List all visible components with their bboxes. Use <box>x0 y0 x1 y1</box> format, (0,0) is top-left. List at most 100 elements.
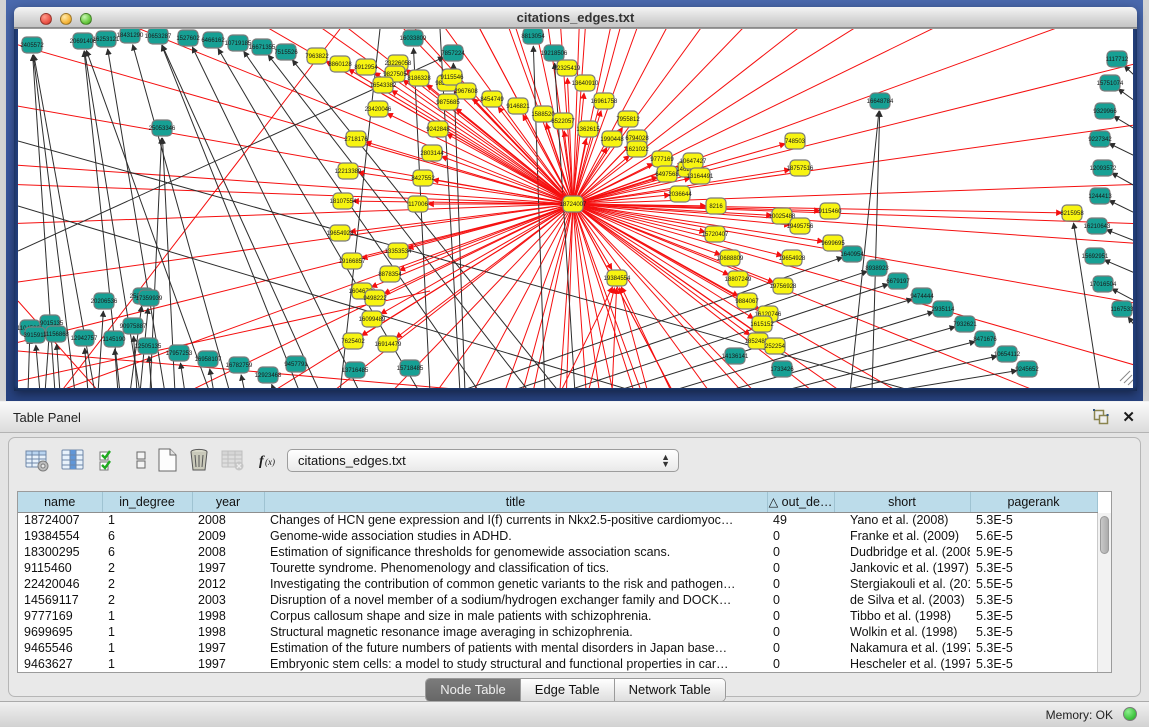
float-window-icon[interactable] <box>1093 409 1109 425</box>
network-node[interactable]: 18431290 <box>117 29 144 43</box>
network-node[interactable]: 16648784 <box>867 93 894 109</box>
network-node[interactable]: 25053346 <box>149 120 176 136</box>
canvas-resize-handle[interactable] <box>1120 371 1133 385</box>
network-node[interactable]: 16099489 <box>359 311 386 327</box>
network-node[interactable]: 16543382 <box>370 77 397 93</box>
network-node[interactable]: 14136141 <box>722 348 749 364</box>
network-node[interactable]: 17957253 <box>166 345 193 361</box>
network-node[interactable]: 9875685 <box>436 94 460 110</box>
network-node[interactable]: 8912954 <box>354 59 378 75</box>
network-node[interactable]: 7932621 <box>953 316 977 332</box>
column-header-out_degree[interactable]: △ out_de… <box>767 492 834 512</box>
network-node[interactable]: 8522057 <box>551 113 575 129</box>
tab-node-table[interactable]: Node Table <box>426 679 521 701</box>
network-node[interactable]: 19654928 <box>779 250 806 266</box>
table-row[interactable]: 1830029562008Estimation of significance … <box>18 544 1097 560</box>
network-node[interactable]: 1640954 <box>840 246 864 262</box>
network-node[interactable]: 15720407 <box>702 226 729 242</box>
network-node[interactable]: 7963822 <box>305 48 329 64</box>
network-node[interactable]: 15718485 <box>397 360 424 376</box>
network-node[interactable]: 18807249 <box>725 271 752 287</box>
network-node[interactable]: 2036644 <box>668 186 692 202</box>
network-node[interactable]: 17016504 <box>1090 276 1117 292</box>
network-node[interactable]: 20206536 <box>91 293 118 309</box>
network-node[interactable]: 8216 <box>706 198 726 214</box>
network-node[interactable]: 1527602 <box>176 30 200 46</box>
function-builder-icon[interactable]: f(x) <box>255 447 283 475</box>
tab-network-table[interactable]: Network Table <box>615 679 725 701</box>
network-node[interactable]: 13353534 <box>385 243 412 259</box>
network-node[interactable]: 9227342 <box>1088 131 1112 147</box>
network-node[interactable]: 1167533 <box>1111 301 1133 317</box>
tab-edge-table[interactable]: Edge Table <box>521 679 615 701</box>
network-node[interactable]: 2935114 <box>932 301 956 317</box>
network-node[interactable]: 9474444 <box>910 288 934 304</box>
network-node[interactable]: 18757516 <box>787 160 814 176</box>
row-height-icon[interactable] <box>127 447 155 475</box>
new-column-icon[interactable] <box>153 447 181 475</box>
network-node[interactable]: 11156868 <box>43 326 69 342</box>
network-node[interactable]: 19218506 <box>541 45 568 61</box>
delete-column-icon[interactable] <box>185 447 213 475</box>
network-node[interactable]: 8471676 <box>973 331 997 347</box>
network-node[interactable]: 10653287 <box>145 29 172 44</box>
network-node[interactable]: 9242848 <box>426 121 450 137</box>
column-header-name[interactable]: name <box>18 492 102 512</box>
network-node[interactable]: 13164491 <box>687 168 714 184</box>
network-node[interactable]: 7857224 <box>441 45 465 61</box>
table-row[interactable]: 946362711997Embryonic stem cells: a mode… <box>18 656 1097 672</box>
memory-ok-indicator[interactable] <box>1123 707 1137 721</box>
network-node[interactable]: 15692951 <box>1082 248 1109 264</box>
window-titlebar[interactable]: citations_edges.txt <box>14 7 1137 28</box>
vertical-scrollbar[interactable] <box>1097 513 1111 672</box>
column-select-checklist-icon[interactable] <box>95 447 123 475</box>
network-node[interactable]: 18107554 <box>330 193 357 209</box>
network-node[interactable]: 9146821 <box>506 98 530 114</box>
network-node[interactable]: 8813054 <box>521 29 545 44</box>
table-selector-dropdown[interactable]: citations_edges.txt ▲▼ <box>287 449 679 472</box>
network-node[interactable]: 117006 <box>408 196 428 212</box>
delete-table-icon[interactable] <box>219 447 247 475</box>
table-row[interactable]: 911546021997Tourette syndrome. Phenomeno… <box>18 560 1097 576</box>
column-header-title[interactable]: title <box>264 492 767 512</box>
network-node[interactable]: 10688809 <box>717 250 744 266</box>
network-node[interactable]: 2405572 <box>20 37 44 53</box>
network-node[interactable]: 6679197 <box>886 273 910 289</box>
network-node[interactable]: 17359939 <box>136 290 163 306</box>
network-node[interactable]: 16033809 <box>400 30 427 46</box>
network-node[interactable]: 748503 <box>785 133 806 149</box>
network-node[interactable]: 19495756 <box>787 218 814 234</box>
network-node[interactable]: 6466162 <box>201 32 225 48</box>
network-node[interactable]: 19756928 <box>770 278 797 294</box>
column-header-year[interactable]: year <box>192 492 264 512</box>
network-node[interactable]: 2718176 <box>344 131 368 147</box>
network-node[interactable]: 8215958 <box>1060 205 1084 221</box>
network-node[interactable]: 16961758 <box>591 93 618 109</box>
network-node[interactable]: 7515526 <box>274 44 298 60</box>
table-settings-icon[interactable] <box>23 447 51 475</box>
network-node[interactable]: 9457791 <box>284 356 308 372</box>
network-node[interactable]: 8860128 <box>328 56 352 72</box>
network-node[interactable]: 1244413 <box>1088 188 1112 204</box>
network-node[interactable]: 16782759 <box>226 357 253 373</box>
network-node[interactable]: 8427552 <box>411 170 435 186</box>
network-node[interactable]: 252254 <box>765 338 786 354</box>
network-node[interactable]: 23420046 <box>365 101 392 117</box>
network-node[interactable]: 7625402 <box>341 333 365 349</box>
table-row[interactable]: 977716911998Corpus callosum shape and si… <box>18 608 1097 624</box>
network-node[interactable]: 7955812 <box>616 111 640 127</box>
close-icon[interactable]: ✕ <box>1122 408 1135 426</box>
table-row[interactable]: 1938455462009Genome-wide association stu… <box>18 528 1097 544</box>
network-node[interactable]: 8186328 <box>407 70 431 86</box>
column-visibility-icon[interactable] <box>59 447 87 475</box>
network-node[interactable]: 19654923 <box>327 225 354 241</box>
network-node[interactable]: 8938923 <box>865 260 889 276</box>
network-node[interactable]: 16671355 <box>249 39 276 55</box>
network-node[interactable]: 16958107 <box>195 351 222 367</box>
network-canvas[interactable]: 2405572206914061625312118431290106532871… <box>18 29 1133 388</box>
column-header-pagerank[interactable]: pagerank <box>970 492 1097 512</box>
table-row[interactable]: 1872400712008Changes of HCN gene express… <box>18 512 1097 528</box>
network-node[interactable]: 8454749 <box>480 91 504 107</box>
network-node[interactable]: 9884067 <box>735 293 759 309</box>
network-node[interactable]: 90975887 <box>120 318 147 334</box>
